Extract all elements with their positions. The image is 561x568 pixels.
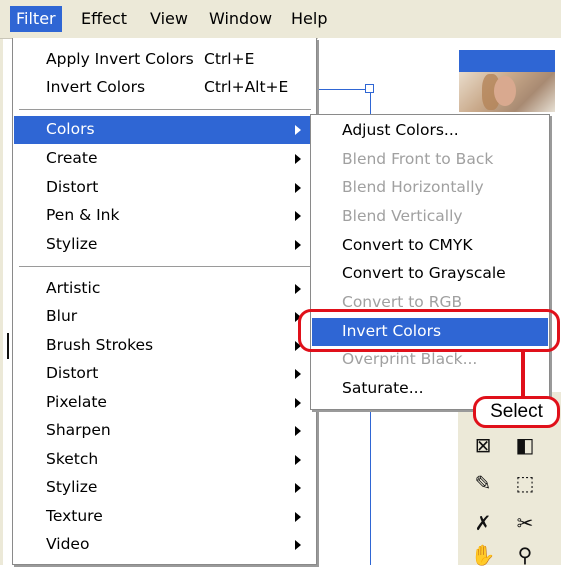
menu-view[interactable]: View <box>144 6 194 32</box>
menu-item-apply-invert-colors[interactable]: Apply Invert Colors Ctrl+E <box>14 46 315 74</box>
menu-item-label: Sketch <box>46 450 99 468</box>
path-line <box>312 89 370 90</box>
caret <box>7 333 9 359</box>
submenu-item-label: Blend Horizontally <box>342 178 484 196</box>
submenu-arrow-icon <box>295 483 301 493</box>
submenu-arrow-icon <box>295 540 301 550</box>
graph-icon[interactable]: ⊠ <box>468 432 498 458</box>
knife-icon[interactable]: ✗ <box>468 510 498 536</box>
menu-item-distort[interactable]: Distort <box>14 174 315 202</box>
submenu-arrow-icon <box>295 240 301 250</box>
menu-item-stylize-2[interactable]: Stylize <box>14 474 315 502</box>
hand-icon[interactable]: ✋ <box>468 542 498 568</box>
menu-separator <box>19 266 311 268</box>
submenu-item-label: Convert to CMYK <box>342 236 473 254</box>
menu-item-label: Colors <box>46 120 95 138</box>
menu-item-label: Blur <box>46 307 78 325</box>
menu-item-brush-strokes[interactable]: Brush Strokes <box>14 332 315 360</box>
menu-item-sharpen[interactable]: Sharpen <box>14 417 315 445</box>
submenu-item-blend-front-to-back: Blend Front to Back <box>312 146 548 174</box>
submenu-arrow-icon <box>295 512 301 522</box>
menu-item-sketch[interactable]: Sketch <box>14 446 315 474</box>
menu-item-distort-2[interactable]: Distort <box>14 360 315 388</box>
gradient-icon[interactable]: ◧ <box>510 432 540 458</box>
menu-item-shortcut: Ctrl+Alt+E <box>204 78 289 96</box>
eyedropper-icon[interactable]: ✎ <box>468 470 498 496</box>
menu-item-label: Stylize <box>46 478 98 496</box>
menu-item-create[interactable]: Create <box>14 145 315 173</box>
submenu-item-label: Blend Vertically <box>342 207 463 225</box>
submenu-arrow-icon <box>295 369 301 379</box>
select-callout: Select <box>473 396 560 428</box>
menu-filter[interactable]: Filter <box>10 6 62 32</box>
submenu-arrow-icon <box>295 426 301 436</box>
submenu-item-convert-to-grayscale[interactable]: Convert to Grayscale <box>312 260 548 288</box>
callout-leader-line <box>521 351 525 396</box>
menu-item-label: Pixelate <box>46 393 107 411</box>
menu-item-label: Distort <box>46 364 99 382</box>
menu-effect[interactable]: Effect <box>75 6 133 32</box>
submenu-item-label: Convert to Grayscale <box>342 264 506 282</box>
submenu-item-adjust-colors[interactable]: Adjust Colors... <box>312 117 548 145</box>
menu-item-texture[interactable]: Texture <box>14 503 315 531</box>
menu-item-label: Sharpen <box>46 421 111 439</box>
menu-separator <box>19 109 311 111</box>
submenu-arrow-icon <box>295 183 301 193</box>
menu-window[interactable]: Window <box>203 6 278 32</box>
menu-item-label: Invert Colors <box>46 78 146 96</box>
menu-item-colors[interactable]: Colors <box>14 116 315 144</box>
menu-item-label: Pen & Ink <box>46 206 120 224</box>
zoom-icon[interactable]: ⚲ <box>510 542 540 568</box>
submenu-item-label: Blend Front to Back <box>342 150 494 168</box>
highlight-ring <box>298 309 560 352</box>
menu-item-label: Video <box>46 535 90 553</box>
menu-item-label: Stylize <box>46 235 98 253</box>
menu-item-invert-colors[interactable]: Invert Colors Ctrl+Alt+E <box>14 74 315 102</box>
blend-icon[interactable]: ⬚ <box>510 470 540 496</box>
submenu-item-label: Saturate... <box>342 379 424 397</box>
menu-help[interactable]: Help <box>285 6 333 32</box>
menu-item-shortcut: Ctrl+E <box>204 50 255 68</box>
menu-item-label: Brush Strokes <box>46 336 154 354</box>
submenu-item-blend-vertically: Blend Vertically <box>312 203 548 231</box>
anchor-point-handle[interactable] <box>365 84 374 93</box>
menu-item-label: Create <box>46 149 98 167</box>
submenu-item-convert-to-cmyk[interactable]: Convert to CMYK <box>312 232 548 260</box>
menu-item-label: Distort <box>46 178 99 196</box>
window-edge <box>0 0 3 565</box>
menu-item-pen-ink[interactable]: Pen & Ink <box>14 202 315 230</box>
submenu-item-blend-horizontally: Blend Horizontally <box>312 174 548 202</box>
submenu-arrow-icon <box>295 125 301 135</box>
menu-item-label: Artistic <box>46 279 101 297</box>
menu-item-blur[interactable]: Blur <box>14 303 315 331</box>
menu-item-label: Apply Invert Colors <box>46 50 194 68</box>
menu-item-label: Texture <box>46 507 103 525</box>
submenu-arrow-icon <box>295 284 301 294</box>
menu-bar: Filter Effect View Window Help <box>0 0 561 39</box>
menu-item-artistic[interactable]: Artistic <box>14 275 315 303</box>
submenu-arrow-icon <box>295 455 301 465</box>
thumbnail-face <box>494 76 516 106</box>
filter-menu: Apply Invert Colors Ctrl+E Invert Colors… <box>12 38 317 565</box>
menu-item-video[interactable]: Video <box>14 531 315 559</box>
scissors-icon[interactable]: ✂ <box>510 510 540 536</box>
submenu-item-label: Adjust Colors... <box>342 121 459 139</box>
submenu-arrow-icon <box>295 398 301 408</box>
menu-item-pixelate[interactable]: Pixelate <box>14 389 315 417</box>
palette-title-bar <box>459 50 555 72</box>
colors-submenu: Adjust Colors... Blend Front to Back Ble… <box>310 114 550 410</box>
menu-item-stylize[interactable]: Stylize <box>14 231 315 259</box>
submenu-arrow-icon <box>295 154 301 164</box>
submenu-arrow-icon <box>295 211 301 221</box>
submenu-item-label: Overprint Black... <box>342 350 478 368</box>
